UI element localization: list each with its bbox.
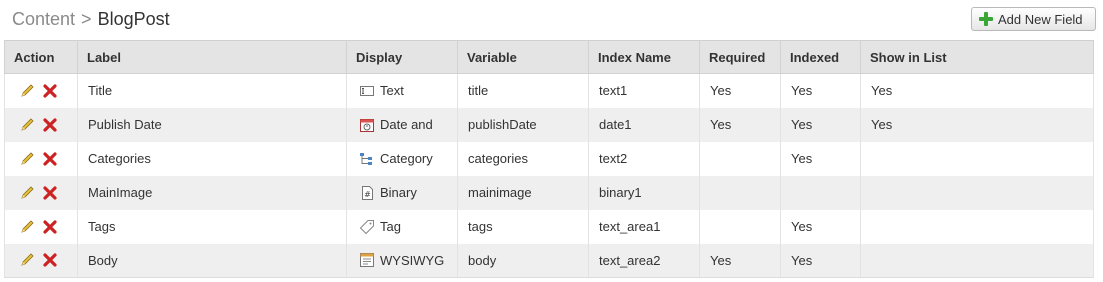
indexed-cell <box>780 175 861 210</box>
display-cell: Text <box>346 73 458 108</box>
text-field-icon <box>359 83 375 99</box>
action-cell <box>4 141 78 176</box>
tag-icon <box>359 219 375 235</box>
column-header-variable: Variable <box>457 40 589 74</box>
add-new-field-label: Add New Field <box>998 11 1083 27</box>
required-cell <box>699 209 781 244</box>
indexed-cell: Yes <box>780 73 861 108</box>
variable-cell: mainimage <box>457 175 589 210</box>
delete-x-icon[interactable] <box>43 151 57 166</box>
wysiwyg-icon <box>359 252 375 268</box>
label-cell: Publish Date <box>77 107 347 142</box>
required-cell <box>699 175 781 210</box>
required-cell <box>699 141 781 176</box>
delete-x-icon[interactable] <box>43 117 57 132</box>
required-cell: Yes <box>699 107 781 142</box>
edit-pencil-icon[interactable] <box>19 117 35 133</box>
indexed-cell: Yes <box>780 243 861 278</box>
variable-cell: title <box>457 73 589 108</box>
category-tree-icon <box>359 151 375 167</box>
variable-cell: tags <box>457 209 589 244</box>
indexed-cell: Yes <box>780 141 861 176</box>
index-name-cell: text2 <box>588 141 700 176</box>
action-cell <box>4 243 78 278</box>
column-header-display: Display <box>346 40 458 74</box>
indexed-cell: Yes <box>780 107 861 142</box>
edit-pencil-icon[interactable] <box>19 185 35 201</box>
required-cell: Yes <box>699 73 781 108</box>
show-in-list-cell <box>860 141 1094 176</box>
display-type-label: WYSIWYG <box>380 252 445 268</box>
display-cell: Tag <box>346 209 458 244</box>
column-header-label: Label <box>77 40 347 74</box>
index-name-cell: text_area1 <box>588 209 700 244</box>
display-type-label: Text <box>380 83 404 99</box>
label-cell: Title <box>77 73 347 108</box>
breadcrumb: Content > BlogPost <box>12 8 170 30</box>
add-new-field-button[interactable]: Add New Field <box>971 7 1096 31</box>
display-cell: # Binary <box>346 175 458 210</box>
label-cell: Categories <box>77 141 347 176</box>
delete-x-icon[interactable] <box>43 253 57 267</box>
display-cell: Category <box>346 141 458 176</box>
action-cell <box>4 107 78 142</box>
top-bar: Content > BlogPost Add New Field <box>0 0 1103 40</box>
display-cell: Date and <box>346 107 458 142</box>
action-cell <box>4 209 78 244</box>
table-row: Publish Date Date and publishDate date1 Yes Y… <box>4 107 1094 142</box>
display-type-label: Category <box>380 151 433 166</box>
show-in-list-cell: Yes <box>860 73 1094 108</box>
edit-pencil-icon[interactable] <box>19 83 35 99</box>
column-header-show-in-list: Show in List <box>860 40 1094 74</box>
table-row: Tags Tag tags text_area1 Yes <box>4 209 1094 244</box>
display-cell: WYSIWYG <box>346 243 458 278</box>
breadcrumb-current: BlogPost <box>97 9 170 29</box>
column-header-required: Required <box>699 40 781 74</box>
index-name-cell: date1 <box>588 107 700 142</box>
edit-pencil-icon[interactable] <box>19 151 35 167</box>
table-row: Categories Category categories text2 Yes <box>4 141 1094 176</box>
edit-pencil-icon[interactable] <box>19 252 35 268</box>
show-in-list-cell <box>860 175 1094 210</box>
svg-text:#: # <box>364 190 371 199</box>
column-header-indexed: Indexed <box>780 40 861 74</box>
delete-x-icon[interactable] <box>43 185 57 200</box>
delete-x-icon[interactable] <box>43 219 57 234</box>
label-cell: Body <box>77 243 347 278</box>
table-row: Title Text title text1 Yes Yes Yes <box>4 73 1094 108</box>
index-name-cell: text1 <box>588 73 700 108</box>
display-type-label: Tag <box>380 219 401 234</box>
delete-x-icon[interactable] <box>43 84 57 98</box>
label-cell: MainImage <box>77 175 347 210</box>
breadcrumb-root[interactable]: Content <box>12 9 75 29</box>
indexed-cell: Yes <box>780 209 861 244</box>
table-row: Body WYSIWYG body text_area2 Yes Yes <box>4 243 1094 278</box>
index-name-cell: binary1 <box>588 175 700 210</box>
plus-icon <box>979 12 993 26</box>
display-type-label: Binary <box>380 185 417 200</box>
display-type-label: Date and <box>380 117 433 132</box>
index-name-cell: text_area2 <box>588 243 700 278</box>
label-cell: Tags <box>77 209 347 244</box>
show-in-list-cell: Yes <box>860 107 1094 142</box>
variable-cell: categories <box>457 141 589 176</box>
breadcrumb-separator: > <box>81 9 92 29</box>
required-cell: Yes <box>699 243 781 278</box>
table-row: MainImage # Binary mainimage binary1 <box>4 175 1094 210</box>
edit-pencil-icon[interactable] <box>19 219 35 235</box>
variable-cell: body <box>457 243 589 278</box>
action-cell <box>4 175 78 210</box>
calendar-icon <box>359 117 375 133</box>
table-header-row: Action Label Display Variable Index Name… <box>4 40 1094 74</box>
column-header-action: Action <box>4 40 78 74</box>
binary-file-icon: # <box>359 185 375 201</box>
show-in-list-cell <box>860 243 1094 278</box>
show-in-list-cell <box>860 209 1094 244</box>
variable-cell: publishDate <box>457 107 589 142</box>
fields-table: Action Label Display Variable Index Name… <box>4 40 1094 278</box>
action-cell <box>4 73 78 108</box>
column-header-index-name: Index Name <box>588 40 700 74</box>
